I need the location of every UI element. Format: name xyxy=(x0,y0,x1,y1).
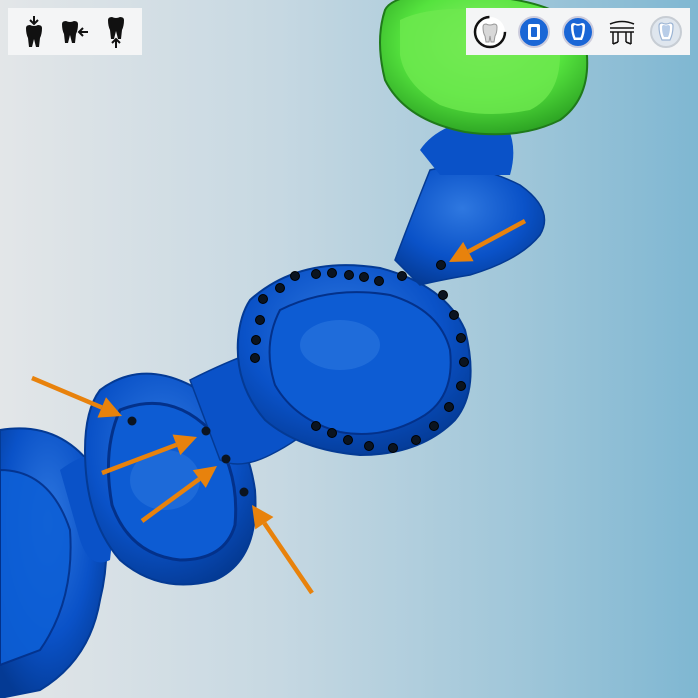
tooth-insertion-side-button[interactable] xyxy=(55,12,95,52)
tooth-inlay-button[interactable] xyxy=(514,12,554,52)
tooth-ghost-button[interactable] xyxy=(646,12,686,52)
margin-point[interactable] xyxy=(449,310,459,320)
margin-point[interactable] xyxy=(388,443,398,453)
tooth-insertion-bottom-icon xyxy=(107,16,124,48)
tooth-inlay-blue-icon xyxy=(518,15,550,48)
tooth-crown-blue-icon xyxy=(562,15,594,48)
margin-point[interactable] xyxy=(456,381,466,391)
tooth-crown-button[interactable] xyxy=(558,12,598,52)
gum-connector-upper xyxy=(394,166,546,286)
margin-point[interactable] xyxy=(251,335,261,345)
margin-point[interactable] xyxy=(127,416,137,426)
tooth-ghost-icon xyxy=(650,15,682,48)
margin-point[interactable] xyxy=(364,441,374,451)
margin-point[interactable] xyxy=(327,428,337,438)
margin-point[interactable] xyxy=(255,315,265,325)
margin-point[interactable] xyxy=(429,421,439,431)
bridge-frame-button[interactable] xyxy=(602,12,642,52)
margin-point[interactable] xyxy=(374,276,384,286)
margin-point[interactable] xyxy=(411,435,421,445)
tooth-outline-circle-icon xyxy=(473,15,507,48)
margin-point[interactable] xyxy=(436,260,446,270)
margin-point[interactable] xyxy=(311,421,321,431)
margin-point[interactable] xyxy=(344,270,354,280)
molar-prep-highlight xyxy=(300,320,380,370)
margin-point[interactable] xyxy=(275,283,285,293)
tooth-insertion-side-icon xyxy=(61,20,88,43)
margin-point[interactable] xyxy=(327,268,337,278)
margin-point[interactable] xyxy=(311,269,321,279)
margin-point[interactable] xyxy=(359,272,369,282)
margin-point[interactable] xyxy=(397,271,407,281)
margin-point[interactable] xyxy=(438,290,448,300)
margin-point[interactable] xyxy=(239,487,249,497)
insertion-direction-toolbar xyxy=(8,8,142,55)
margin-point[interactable] xyxy=(444,402,454,412)
margin-point[interactable] xyxy=(221,454,231,464)
annotation-arrow-shaft xyxy=(31,375,103,410)
margin-point[interactable] xyxy=(456,333,466,343)
margin-point[interactable] xyxy=(250,353,260,363)
margin-point[interactable] xyxy=(343,435,353,445)
annotation-arrow-shaft xyxy=(262,521,314,595)
3d-viewport[interactable] xyxy=(0,0,698,698)
annotation-arrow-head xyxy=(252,505,274,530)
margin-point[interactable] xyxy=(290,271,300,281)
margin-point[interactable] xyxy=(258,294,268,304)
margin-point[interactable] xyxy=(459,357,469,367)
tooth-insertion-top-button[interactable] xyxy=(14,12,54,52)
margin-point[interactable] xyxy=(201,426,211,436)
tooth-insertion-bottom-button[interactable] xyxy=(96,12,136,52)
tooth-insertion-top-icon xyxy=(26,15,43,47)
dental-scan-scene[interactable] xyxy=(0,0,698,698)
restoration-type-toolbar xyxy=(466,8,690,55)
tooth-outline-circle-button[interactable] xyxy=(470,12,510,52)
bridge-frame-icon xyxy=(609,20,635,45)
